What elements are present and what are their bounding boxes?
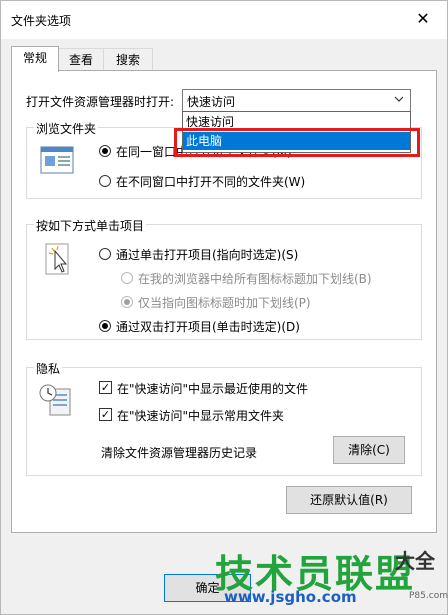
radio-same-window[interactable] — [99, 145, 111, 157]
chevron-down-icon — [394, 96, 404, 102]
browse-folders-title: 浏览文件夹 — [34, 120, 99, 137]
highlight-box — [174, 128, 420, 157]
window-icon — [40, 146, 74, 174]
click-items-group: 按如下方式单击项目 通过单击打开项目(指向时选定)(S) 在我的浏览器中给所有图… — [26, 217, 422, 340]
radio-different-window[interactable] — [99, 175, 111, 187]
restore-defaults-button[interactable]: 还原默认值(R) — [286, 486, 412, 514]
recent-files-label: 在"快速访问"中显示最近使用的文件 — [117, 382, 309, 396]
radio-underline-all[interactable] — [121, 272, 133, 284]
clear-history-label: 清除文件资源管理器历史记录 — [101, 446, 258, 460]
underline-all-label: 在我的浏览器中给所有图标标题加下划线(B) — [138, 272, 372, 286]
folder-options-window: 文件夹选项 ✕ 常规 查看 搜索 打开文件资源管理器时打开: 快速访问 快速访问… — [0, 0, 448, 615]
option-different-window-label: 在不同窗口中打开不同的文件夹(W) — [116, 175, 306, 189]
window-title: 文件夹选项 — [11, 14, 72, 28]
click-items-title: 按如下方式单击项目 — [34, 217, 147, 234]
radio-double-click[interactable] — [99, 320, 111, 332]
watermark-extra: 大全 — [395, 549, 435, 573]
privacy-icon — [39, 384, 71, 416]
watermark-extra-url: P85.com — [409, 591, 448, 601]
open-explorer-label: 打开文件资源管理器时打开: — [26, 95, 175, 109]
frequent-folders-label: 在"快速访问"中显示常用文件夹 — [117, 409, 285, 423]
general-tab-panel: 打开文件资源管理器时打开: 快速访问 快速访问 此电脑 浏览文件夹 在同一窗口中… — [11, 70, 437, 533]
radio-single-click[interactable] — [99, 248, 111, 260]
privacy-group: 隐私 ✓ 在"快速访问"中显示最近使用的文件 ✓ 在"快速访问"中显示常用文件夹… — [26, 360, 422, 476]
title-bar: 文件夹选项 ✕ — [1, 1, 447, 39]
watermark-url: www.jsgho.com — [224, 588, 357, 606]
open-explorer-combo[interactable]: 快速访问 — [182, 89, 411, 112]
radio-underline-hover[interactable] — [121, 296, 133, 308]
combo-selected-value: 快速访问 — [187, 95, 236, 109]
cursor-click-icon — [45, 243, 69, 275]
checkbox-recent-files[interactable]: ✓ — [99, 381, 112, 394]
close-icon[interactable]: ✕ — [413, 9, 433, 29]
privacy-title: 隐私 — [34, 360, 63, 377]
checkbox-frequent-folders[interactable]: ✓ — [99, 408, 112, 421]
tab-view[interactable]: 查看 — [57, 48, 105, 71]
single-click-label: 通过单击打开项目(指向时选定)(S) — [116, 248, 299, 262]
tab-search[interactable]: 搜索 — [103, 48, 153, 71]
tab-general[interactable]: 常规 — [11, 46, 59, 72]
clear-button[interactable]: 清除(C) — [333, 436, 405, 464]
double-click-label: 通过双击打开项目(单击时选定)(D) — [116, 320, 300, 334]
underline-hover-label: 仅当指向图标标题时加下划线(P) — [138, 296, 311, 310]
